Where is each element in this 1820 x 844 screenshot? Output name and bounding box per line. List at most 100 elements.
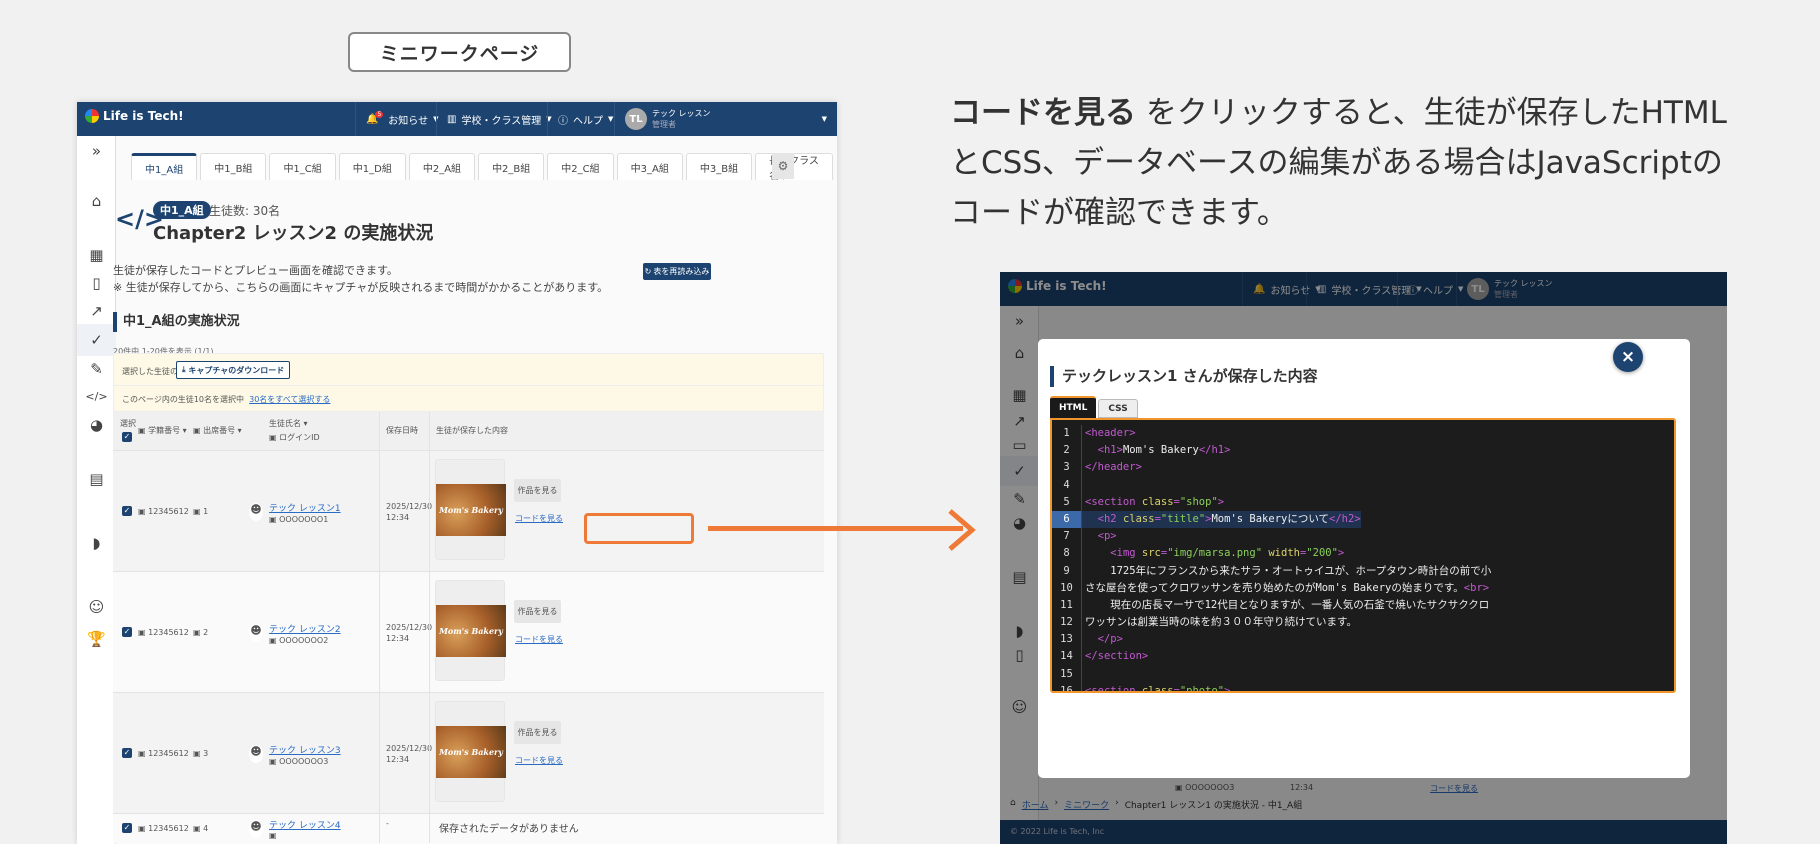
saved-at: 2025/12/30 12:34 <box>386 501 432 523</box>
tab-class[interactable]: 中1_B組 <box>200 153 267 180</box>
trend-icon[interactable]: ↗ <box>77 302 116 320</box>
view-code-link[interactable]: コードを見る <box>515 634 563 645</box>
view-work-button[interactable]: 作品を見る <box>514 479 561 502</box>
tab-class[interactable]: 中2_C組 <box>547 153 614 180</box>
tab-class[interactable]: 中2_A組 <box>408 153 476 180</box>
row-checkbox[interactable]: ✓ <box>122 627 132 637</box>
select-all-link[interactable]: 30名をすべて選択する <box>249 395 330 404</box>
notifications-label: お知らせ <box>388 115 429 127</box>
saved-date: 2025/12/30 <box>386 502 433 511</box>
reload-table-button[interactable]: ↻ 表を再読み込み <box>643 263 711 280</box>
row-checkbox[interactable]: ✓ <box>122 823 132 833</box>
attendance-no-value: 3 <box>203 749 209 758</box>
tab-class[interactable]: 中3_A組 <box>616 153 683 180</box>
col-name[interactable]: 生徒氏名 ▾ <box>269 418 308 429</box>
chart-icon[interactable]: ▤ <box>77 470 116 488</box>
tab-class[interactable]: 中1_C組 <box>269 153 336 180</box>
col-select: 選択 <box>120 419 136 428</box>
row-checkbox[interactable]: ✓ <box>122 506 132 516</box>
trophy-icon[interactable]: 🏆 <box>77 630 116 648</box>
help-menu[interactable]: ⓘ ヘルプ ▼ <box>547 102 623 136</box>
tab-class[interactable]: 中2_B組 <box>478 153 545 180</box>
palette-icon[interactable]: ◕ <box>77 416 116 434</box>
view-code-link[interactable]: コードを見る <box>515 513 563 524</box>
line-number: 16 <box>1052 682 1082 691</box>
close-modal-button[interactable]: × <box>1613 342 1643 372</box>
saved-at: 2025/12/30 12:34 <box>386 743 432 765</box>
line-content: ワッサンは創業当時の味を約３００年守り続けています。 <box>1082 614 1357 631</box>
tab-class[interactable]: 中1_A組 <box>131 153 198 180</box>
attendance-no: ▣ 2 <box>193 628 209 637</box>
help-icon: ⓘ <box>558 115 568 127</box>
user-menu[interactable]: TL テック レッスン 管理者 ▼ <box>614 102 837 136</box>
line-content <box>1082 666 1085 683</box>
arrow-head-icon <box>948 509 976 551</box>
col-attendance-no[interactable]: ▣ 出席番号 ▾ <box>193 425 242 436</box>
line-content: <p> <box>1082 528 1117 545</box>
tab-css[interactable]: CSS <box>1098 399 1138 418</box>
pencil-icon[interactable]: ✎ <box>77 360 116 378</box>
col-login: ▣ ログインID <box>269 433 320 442</box>
document-icon[interactable]: ▯ <box>77 274 116 292</box>
code-token-str: "img/marsa.png" <box>1167 547 1263 560</box>
table-row: ✓ ▣ 12345612 ▣ 4 ☻ テック レッスン4 ▣ - 保存されたデー… <box>113 814 824 843</box>
user-avatar: TL <box>625 108 647 130</box>
line-content: <section class="shop"> <box>1082 494 1224 511</box>
home-icon[interactable]: ⌂ <box>77 192 116 210</box>
row-checkbox[interactable]: ✓ <box>122 748 132 758</box>
code-icon[interactable]: </> <box>77 390 116 403</box>
view-work-button[interactable]: 作品を見る <box>514 721 561 744</box>
description-note: ※ 生徒が保存してから、こちらの画面にキャプチャが反映されるまで時間がかかること… <box>113 281 609 294</box>
code-token-str: "shop" <box>1179 495 1218 508</box>
capture-thumbnail[interactable]: Mom's Bakery <box>435 580 506 681</box>
student-name-link[interactable]: テック レッスン1 <box>269 501 341 514</box>
logo-text: Life is Tech! <box>103 109 184 123</box>
smiley-icon[interactable]: ☺ <box>77 598 116 616</box>
tab-class[interactable]: 中1_D組 <box>338 153 406 180</box>
check-icon[interactable]: ✓ <box>77 324 116 356</box>
code-viewer[interactable]: 1 <header> 2 <h1>Mom's Bakery</h1> 3 </heade… <box>1050 418 1676 693</box>
line-content <box>1082 477 1085 494</box>
line-number: 8 <box>1052 545 1082 563</box>
notification-badge: 5 <box>375 110 384 118</box>
notifications-menu[interactable]: 🔔 5 お知らせ ▼ <box>355 102 448 136</box>
capture-thumbnail[interactable]: Mom's Bakery <box>435 459 506 560</box>
code-token-tag: </h2> <box>1329 512 1361 525</box>
student-name-link[interactable]: テック レッスン4 <box>269 818 341 831</box>
saved-time: 12:34 <box>386 513 410 522</box>
gear-icon[interactable]: ⚙ <box>772 153 794 179</box>
tab-html[interactable]: HTML <box>1050 396 1097 418</box>
sidebar: » ⌂ ▦ ▯ ↗ ✓ ✎ </> ◕ ▤ ◗ ☺ 🏆 <box>77 136 116 844</box>
col-student-no[interactable]: ▣ 学籍番号 ▾ <box>138 425 187 436</box>
code-token-attr: class <box>1122 512 1155 525</box>
saved-date: 2025/12/30 <box>386 623 433 632</box>
col-saved-at: 保存日時 <box>386 426 418 435</box>
student-name-link[interactable]: テック レッスン3 <box>269 743 341 756</box>
line-number: 5 <box>1052 493 1082 511</box>
beginner-mark-icon[interactable]: ◗ <box>77 534 116 552</box>
code-token-tag: > <box>1224 684 1231 693</box>
download-capture-button[interactable]: ⤓ キャプチャのダウンロード <box>176 361 291 379</box>
capture-thumbnail[interactable]: Mom's Bakery <box>435 701 506 802</box>
view-work-button[interactable]: 作品を見る <box>514 600 561 623</box>
attendance-no: ▣ 1 <box>193 507 209 516</box>
school-label: 学校・クラス管理 <box>461 115 542 127</box>
logo[interactable]: Life is Tech! <box>85 109 184 123</box>
page-badge: ミニワークページ <box>348 32 571 72</box>
code-token-tag: </p> <box>1097 633 1123 646</box>
line-content: さな屋台を使ってクロワッサンを売り始めたのがMom's Bakeryの始まりです… <box>1082 580 1489 597</box>
explanation-line3: コードが確認できます。 <box>950 195 1288 231</box>
calendar-icon[interactable]: ▦ <box>77 246 116 264</box>
view-code-link[interactable]: コードを見る <box>515 755 563 766</box>
expand-icon[interactable]: » <box>77 142 116 160</box>
tab-class[interactable]: 中3_B組 <box>685 153 753 180</box>
select-all-checkbox[interactable]: ✓ <box>122 432 132 442</box>
line-number: 14 <box>1052 648 1082 666</box>
code-line: 9 1725年にフランスから来たサラ・オートゥイユが、ホープタウン時計台の前で小 <box>1052 562 1674 580</box>
code-token-tag: > <box>1217 495 1225 508</box>
student-name-link[interactable]: テック レッスン2 <box>269 622 341 635</box>
school-menu[interactable]: ▥ 学校・クラス管理 ▼ <box>436 102 562 136</box>
tab-class[interactable]: 長いクラス名サ <box>755 153 834 180</box>
saved-content-modal: テックレッスン1 さんが保存した内容 HTML CSS 1 <header> 2 <… <box>1038 339 1690 778</box>
